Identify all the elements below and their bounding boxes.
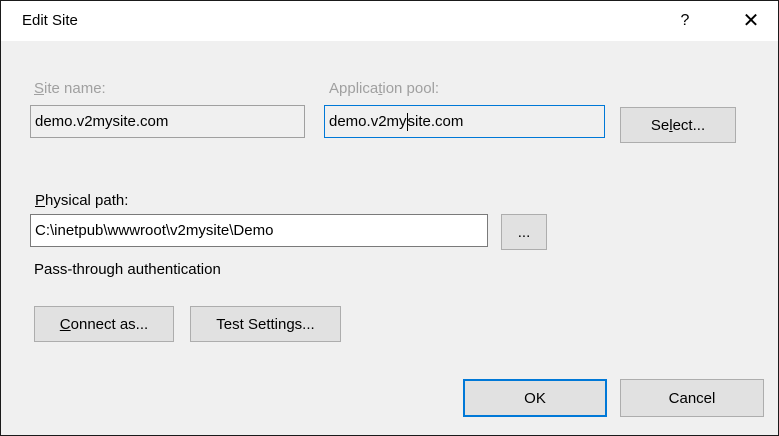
- dialog-title: Edit Site: [22, 12, 78, 29]
- site-name-label: Site name:: [34, 80, 106, 97]
- help-icon[interactable]: ?: [673, 9, 697, 33]
- title-bar: Edit Site ? ✕: [1, 1, 778, 41]
- site-name-value: demo.v2mysite.com: [35, 113, 169, 130]
- application-pool-label: Application pool:: [329, 80, 440, 97]
- physical-path-label: Physical path:: [35, 192, 129, 209]
- test-settings-button[interactable]: Test Settings...: [190, 306, 341, 342]
- select-button[interactable]: Se l ect...: [620, 107, 736, 143]
- ok-button[interactable]: OK: [463, 379, 607, 417]
- physical-path-value: C:\inetpub\wwwroot\v2mysite\Demo: [35, 222, 274, 239]
- site-name-field[interactable]: demo.v2mysite.com: [30, 105, 305, 138]
- connect-as-button[interactable]: Connect as...: [34, 306, 174, 342]
- application-pool-field[interactable]: demo.v2my site.com: [324, 105, 605, 138]
- application-pool-value-end: site.com: [407, 113, 464, 130]
- physical-path-input[interactable]: C:\inetpub\wwwroot\v2mysite\Demo: [30, 214, 488, 247]
- authentication-text: Pass-through authentication: [34, 261, 221, 278]
- edit-site-dialog: Edit Site ? ✕ Site name: demo.v2mysite.c…: [0, 0, 779, 436]
- cancel-button[interactable]: Cancel: [620, 379, 764, 417]
- close-icon[interactable]: ✕: [737, 7, 765, 35]
- application-pool-value-start: demo.v2my: [329, 113, 407, 130]
- browse-button[interactable]: ...: [501, 214, 547, 250]
